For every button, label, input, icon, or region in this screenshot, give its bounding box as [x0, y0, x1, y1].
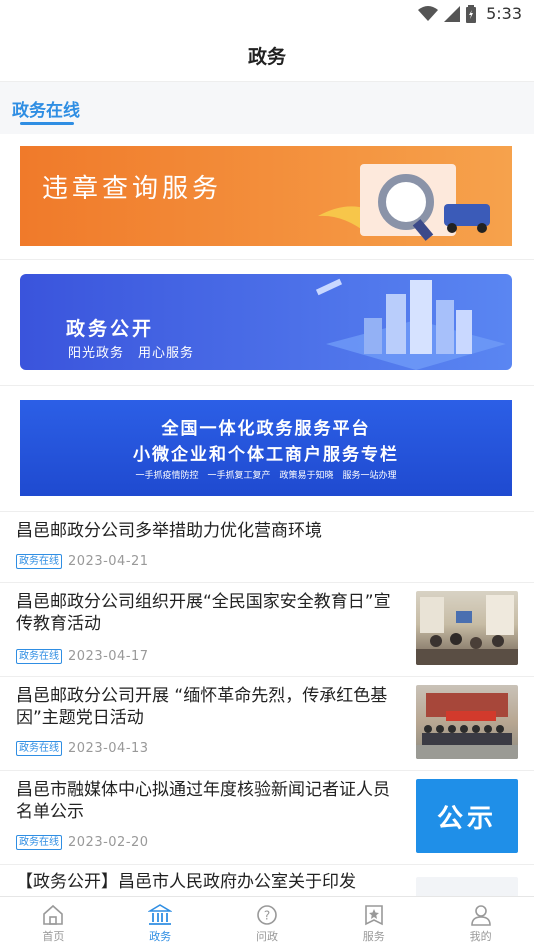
news-item[interactable]: 昌邑邮政分公司开展 “缅怀革命先烈，传承红色基因”主题党日活动 政务在线 202…	[0, 677, 534, 771]
news-thumbnail: 公示	[416, 779, 518, 853]
battery-icon	[466, 4, 477, 23]
government-building-icon	[148, 903, 173, 925]
public-affairs-banner[interactable]: 政务公开 阳光政务 用心服务	[20, 274, 512, 370]
city-buildings-icon	[315, 278, 506, 370]
news-tag: 政务在线	[16, 741, 62, 756]
news-title: 昌邑市融媒体中心拟通过年度核验新闻记者证人员名单公示	[16, 780, 390, 822]
banner-row-public-affairs: 政务公开 阳光政务 用心服务	[0, 260, 534, 386]
news-date: 2023-04-17	[68, 649, 149, 664]
tab-label: 服务	[362, 929, 385, 943]
news-date: 2023-04-13	[68, 741, 149, 756]
section-header: 政务在线	[0, 82, 534, 134]
meeting-room-photo	[416, 595, 518, 665]
news-thumbnail	[416, 591, 518, 665]
news-item[interactable]: 昌邑邮政分公司多举措助力优化营商环境 政务在线 2023-04-21	[0, 512, 534, 583]
news-title: 【政务公开】昌邑市人民政府办公室关于印发	[16, 872, 356, 892]
tab-home[interactable]: 首页	[0, 897, 107, 950]
svg-text:?: ?	[264, 908, 270, 922]
status-time: 5:33	[486, 4, 522, 23]
home-icon	[43, 904, 64, 925]
news-tag: 政务在线	[16, 835, 62, 850]
news-title: 昌邑邮政分公司开展 “缅怀革命先烈，传承红色基因”主题党日活动	[16, 686, 388, 728]
tab-label: 我的	[469, 929, 492, 943]
tab-label: 首页	[42, 929, 65, 943]
violation-query-banner[interactable]: 违章查询服务	[20, 146, 512, 246]
news-title: 昌邑邮政分公司组织开展“全民国家安全教育日”宣传教育活动	[16, 592, 391, 634]
news-date: 2023-02-20	[68, 835, 149, 850]
page-title: 政务	[247, 46, 286, 68]
group-photo	[416, 693, 518, 759]
status-bar: 5:33	[0, 0, 534, 30]
bottom-tab-bar: 首页 政务 ? 问政 服务 我的	[0, 896, 534, 950]
banner-title: 政务公开	[66, 318, 155, 340]
news-item[interactable]: 【政务公开】昌邑市人民政府办公室关于印发	[0, 865, 534, 896]
question-icon: ?	[257, 904, 277, 925]
news-tag: 政务在线	[16, 649, 62, 664]
news-tag: 政务在线	[16, 554, 62, 569]
tab-inquiry[interactable]: ? 问政	[214, 897, 321, 950]
cell-signal-icon	[444, 5, 461, 22]
service-platform-banner[interactable]: 全国一体化政务服务平台 小微企业和个体工商户服务专栏 一手抓疫情防控 一手抓复工…	[20, 400, 512, 496]
tab-gov-online[interactable]: 政务在线	[12, 96, 80, 121]
banner-line-1: 全国一体化政务服务平台	[161, 419, 371, 439]
tab-label: 政务	[149, 929, 172, 943]
news-thumbnail	[416, 877, 518, 896]
tab-government[interactable]: 政务	[107, 897, 214, 950]
news-thumbnail	[416, 685, 518, 759]
title-bar: 政务	[0, 30, 534, 82]
thumbnail-text: 公示	[436, 803, 497, 834]
service-star-icon	[364, 904, 383, 925]
news-title: 昌邑邮政分公司多举措助力优化营商环境	[16, 521, 322, 541]
banner-line-2: 小微企业和个体工商户服务专栏	[133, 445, 399, 465]
tab-underline	[20, 122, 74, 125]
banner-line-3: 一手抓疫情防控 一手抓复工复产 政策易于知晓 服务一站办理	[135, 471, 397, 481]
news-item[interactable]: 昌邑市融媒体中心拟通过年度核验新闻记者证人员名单公示 政务在线 2023-02-…	[0, 771, 534, 865]
banner-title: 违章查询服务	[42, 174, 223, 204]
tab-service[interactable]: 服务	[320, 897, 427, 950]
document-magnifier-icon	[318, 164, 490, 241]
banner-row-platform: 全国一体化政务服务平台 小微企业和个体工商户服务专栏 一手抓疫情防控 一手抓复工…	[0, 386, 534, 512]
tab-label: 问政	[255, 929, 278, 943]
news-date: 2023-04-21	[68, 554, 149, 569]
banner-subtitle: 阳光政务 用心服务	[68, 346, 195, 361]
person-icon	[470, 904, 491, 926]
news-item[interactable]: 昌邑邮政分公司组织开展“全民国家安全教育日”宣传教育活动 政务在线 2023-0…	[0, 583, 534, 677]
wifi-icon	[418, 5, 439, 21]
tab-mine[interactable]: 我的	[427, 897, 534, 950]
banner-row-violation: 违章查询服务	[0, 134, 534, 260]
